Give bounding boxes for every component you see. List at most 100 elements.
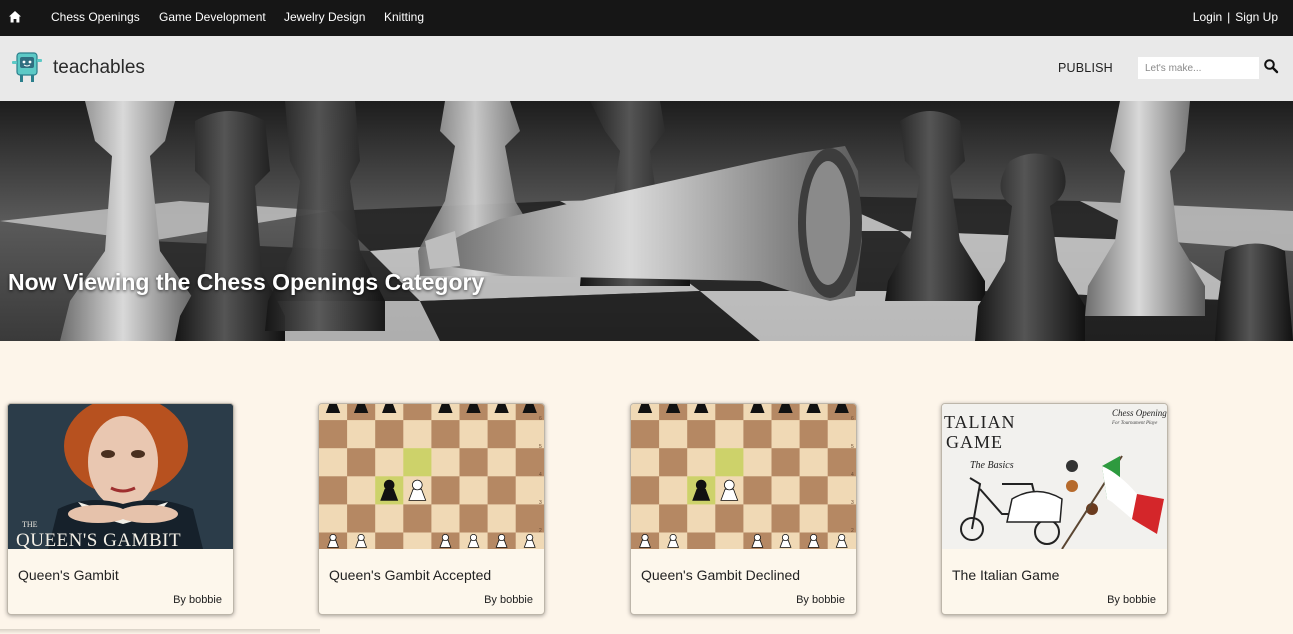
board-square	[799, 448, 829, 477]
board-square	[459, 504, 489, 533]
board-square	[347, 448, 376, 477]
search-icon[interactable]	[1263, 58, 1279, 74]
board-square	[799, 476, 829, 505]
nav-category-jewelry-design[interactable]: Jewelry Design	[284, 10, 365, 24]
nav-category-game-development[interactable]: Game Development	[159, 10, 266, 24]
board-square	[431, 504, 460, 533]
board-square	[743, 504, 772, 533]
board-square	[431, 448, 460, 477]
board-square	[375, 504, 404, 533]
board-square	[459, 476, 489, 505]
board-square	[743, 420, 772, 449]
card-title[interactable]: Queen's Gambit Declined	[641, 567, 800, 583]
board-square	[487, 476, 517, 505]
svg-text:TALIAN: TALIAN	[944, 412, 1016, 432]
chess-hero-image	[0, 101, 1293, 341]
board-square	[347, 420, 376, 449]
svg-text:GAME: GAME	[946, 432, 1003, 452]
board-square	[431, 420, 460, 449]
rank-label: 6	[851, 416, 854, 422]
board-square	[659, 448, 688, 477]
rank-label: 3	[539, 500, 542, 506]
board-square	[403, 448, 432, 477]
rank-label: 4	[851, 472, 854, 478]
card-queens-gambit-accepted[interactable]: 6 5 4 3 2 Queen's Gambit Accepted By bobbie	[318, 403, 545, 615]
rank-label: 2	[539, 528, 542, 534]
card-queens-gambit[interactable]: THE QUEEN'S GAMBIT Queen's Gambit By bob…	[7, 403, 234, 615]
board-square	[347, 476, 376, 505]
login-link[interactable]: Login	[1193, 10, 1222, 24]
board-square	[319, 476, 348, 505]
board-square	[431, 476, 460, 505]
card-thumbnail[interactable]: THE QUEEN'S GAMBIT	[8, 404, 233, 549]
brand-name[interactable]: teachables	[53, 57, 145, 79]
board-square	[715, 532, 744, 549]
board-square	[319, 420, 348, 449]
board-square	[403, 504, 432, 533]
board-square	[715, 404, 744, 421]
rank-label: 3	[851, 500, 854, 506]
board-square	[687, 532, 716, 549]
board-square	[347, 504, 376, 533]
board-square	[319, 448, 348, 477]
card-title[interactable]: Queen's Gambit Accepted	[329, 567, 491, 583]
board-square	[659, 504, 688, 533]
board-square	[319, 504, 348, 533]
card-italian-game[interactable]: TALIAN GAME The Basics Chess Opening For…	[941, 403, 1168, 615]
card-thumbnail[interactable]: 6 5 4 3 2	[631, 404, 856, 549]
board-square	[375, 448, 404, 477]
home-icon[interactable]	[8, 10, 22, 24]
board-square	[487, 420, 517, 449]
svg-text:Chess Opening: Chess Opening	[1112, 408, 1167, 418]
board-square	[631, 420, 660, 449]
board-square	[771, 504, 801, 533]
board-square	[375, 532, 404, 549]
rank-label: 4	[539, 472, 542, 478]
board-square	[403, 532, 432, 549]
board-square	[687, 420, 716, 449]
card-title[interactable]: Queen's Gambit	[18, 567, 119, 583]
board-square	[687, 504, 716, 533]
svg-text:The Basics: The Basics	[970, 460, 1014, 471]
nav-category-chess-openings[interactable]: Chess Openings	[51, 10, 140, 24]
board-square	[715, 504, 744, 533]
board-square	[487, 448, 517, 477]
board-square	[403, 404, 432, 421]
board-square	[631, 448, 660, 477]
card-thumbnail[interactable]: TALIAN GAME The Basics Chess Opening For…	[942, 404, 1167, 549]
signup-link[interactable]: Sign Up	[1235, 10, 1278, 24]
svg-text:THE: THE	[22, 520, 38, 529]
svg-text:For Tournament Playe: For Tournament Playe	[1111, 421, 1158, 426]
svg-text:QUEEN'S GAMBIT: QUEEN'S GAMBIT	[16, 530, 181, 549]
rank-label: 5	[539, 444, 542, 450]
search-input[interactable]	[1138, 57, 1259, 79]
rank-label: 2	[851, 528, 854, 534]
board-square	[771, 448, 801, 477]
board-square	[487, 504, 517, 533]
board-square	[715, 448, 744, 477]
robot-logo-icon[interactable]	[10, 50, 44, 84]
board-square	[659, 420, 688, 449]
auth-separator: |	[1227, 10, 1231, 24]
board-square	[743, 476, 772, 505]
auth-links: Login | Sign Up	[1193, 10, 1278, 24]
publish-link[interactable]: PUBLISH	[1058, 61, 1113, 75]
card-author[interactable]: By bobbie	[484, 594, 533, 606]
card-queens-gambit-declined[interactable]: 6 5 4 3 2 Queen's Gambit Declined By bobbie	[630, 403, 857, 615]
rank-label: 5	[851, 444, 854, 450]
card-thumbnail[interactable]: 6 5 4 3 2	[319, 404, 544, 549]
board-square	[799, 504, 829, 533]
board-square	[375, 420, 404, 449]
nav-category-knitting[interactable]: Knitting	[384, 10, 424, 24]
card-title[interactable]: The Italian Game	[952, 567, 1059, 583]
board-square	[459, 448, 489, 477]
card-author[interactable]: By bobbie	[796, 594, 845, 606]
hero-title: Now Viewing the Chess Openings Category	[8, 269, 485, 295]
hero-banner: Now Viewing the Chess Openings Category	[0, 101, 1293, 341]
card-author[interactable]: By bobbie	[1107, 594, 1156, 606]
board-square	[659, 476, 688, 505]
board-square	[715, 420, 744, 449]
card-author[interactable]: By bobbie	[173, 594, 222, 606]
board-square	[687, 448, 716, 477]
rank-label: 6	[539, 416, 542, 422]
